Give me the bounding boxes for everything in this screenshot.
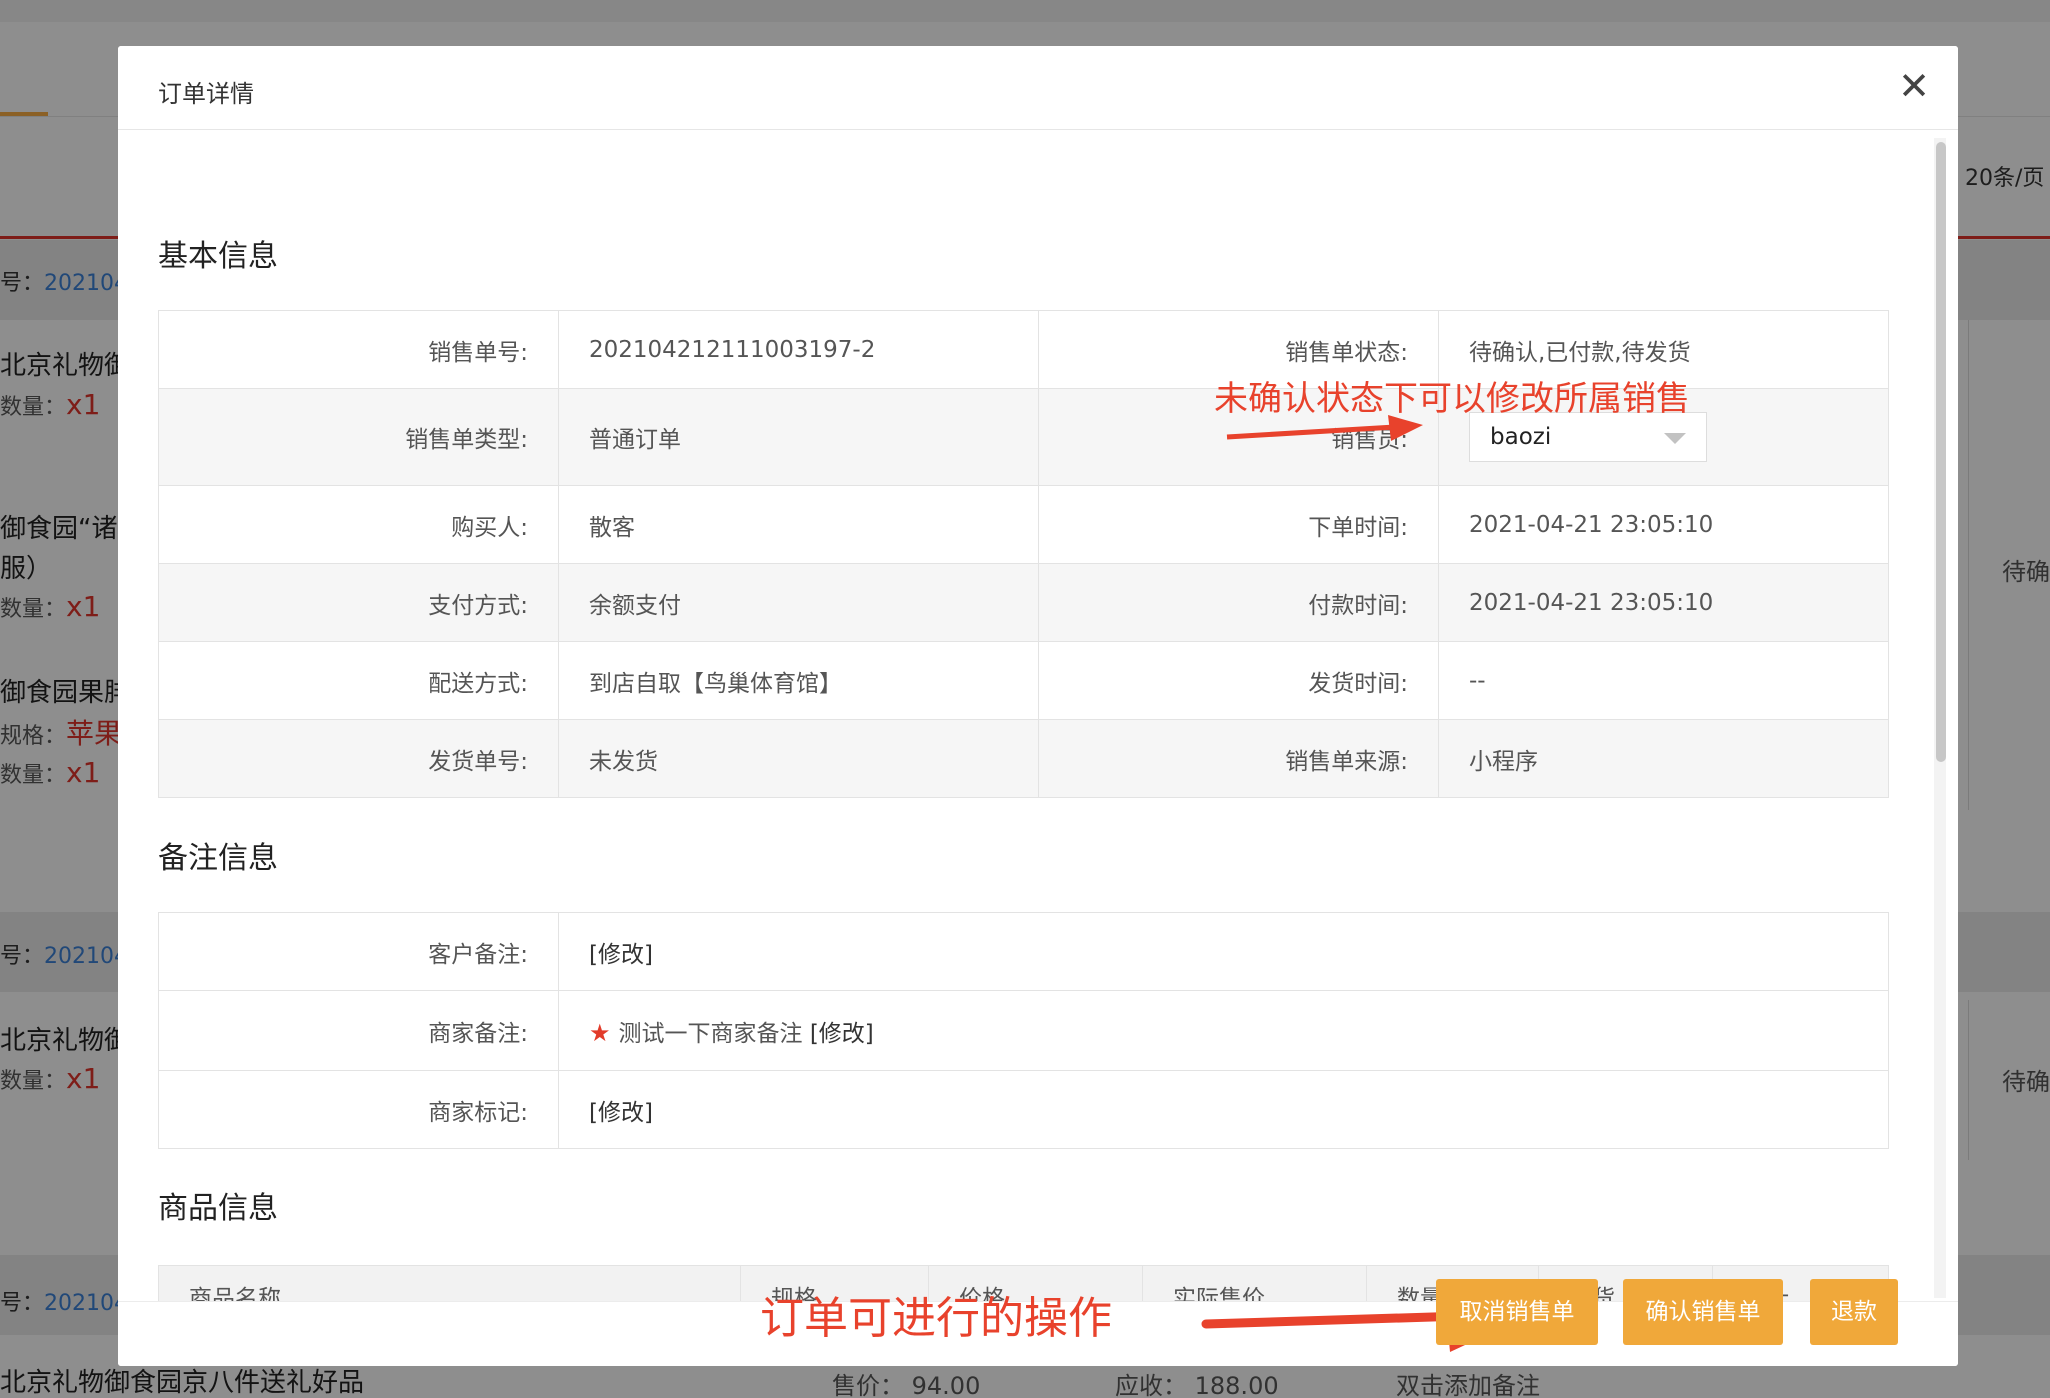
remark-row: 商家标记: [修改] bbox=[158, 1070, 1889, 1149]
value-order-no: 202104212111003197-2 bbox=[558, 310, 1039, 389]
close-icon[interactable]: ✕ bbox=[1894, 66, 1934, 106]
info-row: 发货单号: 未发货 销售单来源: 小程序 bbox=[158, 719, 1889, 798]
edit-merchant-mark-link[interactable]: [修改] bbox=[589, 1100, 653, 1126]
value-payment-method: 余额支付 bbox=[558, 563, 1039, 642]
info-row: 支付方式: 余额支付 付款时间: 2021-04-21 23:05:10 bbox=[158, 563, 1889, 642]
remark-row: 商家备注: ★ 测试一下商家备注 [修改] bbox=[158, 990, 1889, 1071]
remark-row: 客户备注: [修改] bbox=[158, 912, 1889, 991]
edit-customer-remark-link[interactable]: [修改] bbox=[589, 942, 653, 968]
value-payment-time: 2021-04-21 23:05:10 bbox=[1438, 563, 1889, 642]
value-order-time: 2021-04-21 23:05:10 bbox=[1438, 485, 1889, 564]
salesperson-select-value: baozi bbox=[1490, 424, 1552, 450]
section-title-remark: 备注信息 bbox=[158, 841, 278, 876]
refund-button[interactable]: 退款 bbox=[1810, 1279, 1898, 1345]
label-buyer: 购买人: bbox=[158, 485, 559, 564]
section-title-basic: 基本信息 bbox=[158, 239, 278, 274]
label-payment-method: 支付方式: bbox=[158, 563, 559, 642]
value-delivery-method: 到店自取【鸟巢体育馆】 bbox=[558, 641, 1039, 720]
label-order-source: 销售单来源: bbox=[1038, 719, 1439, 798]
value-ship-time: -- bbox=[1438, 641, 1889, 720]
info-row: 配送方式: 到店自取【鸟巢体育馆】 发货时间: -- bbox=[158, 641, 1889, 720]
label-payment-time: 付款时间: bbox=[1038, 563, 1439, 642]
remark-table: 客户备注: [修改] 商家备注: ★ 测试一下商家备注 [修改] 商家标记: [修… bbox=[158, 912, 1889, 1149]
label-order-type: 销售单类型: bbox=[158, 388, 559, 486]
actions-annotation: 订单可进行的操作 bbox=[760, 1293, 1112, 1344]
value-ship-no: 未发货 bbox=[558, 719, 1039, 798]
label-order-no: 销售单号: bbox=[158, 310, 559, 389]
label-ship-time: 发货时间: bbox=[1038, 641, 1439, 720]
merchant-remark-cell: ★ 测试一下商家备注 [修改] bbox=[558, 990, 1889, 1071]
chevron-down-icon bbox=[1664, 433, 1686, 444]
label-merchant-remark: 商家备注: bbox=[158, 990, 559, 1071]
section-title-goods: 商品信息 bbox=[158, 1191, 278, 1226]
modal-body: 基本信息 销售单号: 202104212111003197-2 销售单状态: 待… bbox=[118, 131, 1958, 1301]
value-order-source: 小程序 bbox=[1438, 719, 1889, 798]
label-merchant-mark: 商家标记: bbox=[158, 1070, 559, 1149]
label-customer-remark: 客户备注: bbox=[158, 912, 559, 991]
cancel-order-button[interactable]: 取消销售单 bbox=[1436, 1279, 1598, 1345]
order-detail-modal: 订单详情 ✕ 基本信息 销售单号: 202104212111003197-2 销… bbox=[118, 46, 1958, 1366]
star-icon: ★ bbox=[589, 1018, 611, 1047]
arrow-icon bbox=[1226, 415, 1423, 441]
label-delivery-method: 配送方式: bbox=[158, 641, 559, 720]
modal-header: 订单详情 ✕ bbox=[118, 46, 1958, 130]
label-ship-no: 发货单号: bbox=[158, 719, 559, 798]
column-header: 商品名称 bbox=[158, 1265, 741, 1301]
info-row: 购买人: 散客 下单时间: 2021-04-21 23:05:10 bbox=[158, 485, 1889, 564]
value-buyer: 散客 bbox=[558, 485, 1039, 564]
confirm-order-button[interactable]: 确认销售单 bbox=[1623, 1279, 1783, 1345]
value-order-type: 普通订单 bbox=[558, 388, 1039, 486]
customer-remark-cell: [修改] bbox=[558, 912, 1889, 991]
scrollbar-thumb[interactable] bbox=[1936, 142, 1946, 762]
label-order-time: 下单时间: bbox=[1038, 485, 1439, 564]
merchant-remark-text: 测试一下商家备注 bbox=[618, 1020, 803, 1047]
modal-title: 订单详情 bbox=[158, 80, 254, 108]
merchant-mark-cell: [修改] bbox=[558, 1070, 1889, 1149]
edit-merchant-remark-link[interactable]: [修改] bbox=[810, 1021, 874, 1047]
